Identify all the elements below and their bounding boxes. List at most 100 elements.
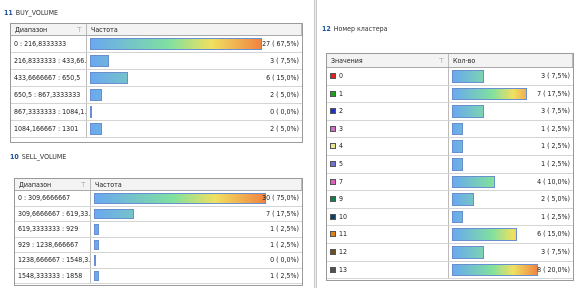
sell-row[interactable]: 0 : 309,6666667 30 ( 75,0%) [15, 191, 302, 207]
cluster-count-bar [452, 140, 463, 153]
buy-row-range: 0 : 216,8333333 [11, 36, 87, 52]
sell-row[interactable]: 1238,666667 : 1548,3... 0 ( 0,0%) [15, 253, 302, 269]
sell-row-freq: 1 ( 2,5%) [91, 222, 302, 237]
sell-freq-bar [94, 208, 134, 219]
sell-freq-value: 30 ( 75,0%) [262, 194, 299, 202]
cluster-row-value: 9 [327, 191, 449, 208]
cluster-row[interactable]: 3 1 ( 2,5%) [327, 120, 573, 139]
sell-freq-value: 1 ( 2,5%) [270, 225, 299, 233]
cluster-row-value: 11 [327, 226, 449, 243]
buy-freq-value: 2 ( 5,0%) [270, 91, 299, 99]
buy-freq-bar [90, 106, 92, 118]
sell-row-freq: 0 ( 0,0%) [91, 253, 302, 268]
cluster-color-swatch [330, 178, 336, 185]
cluster-count-bar [452, 245, 485, 259]
buy-freq-bar [90, 38, 262, 50]
cluster-row[interactable]: 7 4 ( 10,0%) [327, 173, 573, 192]
cluster-rows: 0 3 ( 7,5%) 1 7 ( 17,5%) 2 3 ( 7,5%) 3 1 ( 2,5%… [327, 68, 573, 280]
sell-volume-title-text: SELL_VOLUME [21, 153, 67, 161]
cluster-number: 12 [322, 25, 331, 33]
cluster-count-value: 2 ( 5,0%) [541, 195, 570, 204]
buy-row[interactable]: 0 : 216,8333333 27 ( 67,5%) [11, 36, 302, 53]
sell-freq-value: 0 ( 0,0%) [270, 256, 299, 264]
cluster-color-swatch [330, 160, 336, 167]
cluster-count-value: 1 ( 2,5%) [541, 124, 570, 133]
buy-row[interactable]: 1084,166667 : 1301 2 ( 5,0%) [11, 121, 302, 138]
cluster-row[interactable]: 11 6 ( 15,0%) [327, 226, 573, 244]
buy-col-freq[interactable]: Частота [87, 24, 302, 35]
sell-row-range: 309,6666667 : 619,33... [15, 206, 91, 221]
cluster-row[interactable]: 9 2 ( 5,0%) [327, 191, 573, 209]
sell-freq-bar [94, 239, 100, 250]
cluster-row[interactable]: 10 1 ( 2,5%) [327, 208, 573, 227]
sell-row-freq: 1 ( 2,5%) [91, 269, 302, 284]
cluster-row[interactable]: 12 3 ( 7,5%) [327, 243, 573, 262]
cluster-color-swatch [330, 125, 336, 132]
buy-freq-value: 2 ( 5,0%) [270, 125, 299, 133]
cluster-row-label: 4 [339, 142, 344, 151]
sell-freq-value: 1 ( 2,5%) [270, 271, 299, 280]
sell-volume-table: Диапазон ⊤ Частота 0 : 309,6666667 30 ( 75… [14, 178, 303, 286]
cluster-row[interactable]: 5 1 ( 2,5%) [327, 155, 573, 174]
buy-row-range: 1084,166667 : 1301 [11, 121, 87, 137]
cluster-row-label: 2 [339, 107, 344, 116]
sell-volume-header: Диапазон ⊤ Частота [15, 179, 302, 191]
buy-row-freq: 6 ( 15,0%) [87, 70, 302, 86]
cluster-col-count[interactable]: Кол-во [449, 54, 573, 67]
cluster-count-bar [452, 70, 485, 83]
cluster-row[interactable]: 0 3 ( 7,5%) [327, 68, 573, 86]
cluster-row-value: 13 [327, 261, 449, 279]
cluster-row[interactable]: 4 1 ( 2,5%) [327, 138, 573, 156]
buy-row-range: 433,6666667 : 650,5 [11, 70, 87, 86]
cluster-count-value: 3 ( 7,5%) [541, 247, 570, 256]
buy-freq-bar [90, 89, 103, 101]
cluster-color-swatch [330, 196, 336, 203]
sell-row[interactable]: 309,6666667 : 619,33... 7 ( 17,5%) [15, 206, 302, 222]
buy-row[interactable]: 433,6666667 : 650,5 6 ( 15,0%) [11, 70, 302, 87]
cluster-row[interactable]: 2 3 ( 7,5%) [327, 103, 573, 121]
buy-row[interactable]: 650,5 : 867,3333333 2 ( 5,0%) [11, 87, 302, 104]
cluster-count-bar [452, 193, 474, 206]
sell-row-freq: 7 ( 17,5%) [91, 207, 302, 222]
cluster-row-label: 11 [339, 230, 348, 239]
cluster-row[interactable]: 13 8 ( 20,0%) [327, 261, 573, 280]
cluster-col-values[interactable]: Значения ⊤ [327, 54, 449, 67]
cluster-row-label: 0 [339, 72, 344, 80]
buy-row[interactable]: 867,3333333 : 1084,1... 0 ( 0,0%) [11, 104, 302, 121]
cluster-row-label: 7 [339, 177, 344, 186]
cluster-row-count: 6 ( 15,0%) [449, 226, 573, 243]
cluster-row-value: 2 [327, 103, 449, 120]
buy-row[interactable]: 216,8333333 : 433,66... 3 ( 7,5%) [11, 53, 302, 70]
cluster-count-value: 7 ( 17,5%) [537, 89, 570, 98]
sell-col-range[interactable]: Диапазон ⊤ [15, 179, 91, 190]
cluster-row-value: 7 [327, 173, 449, 191]
cluster-row[interactable]: 1 7 ( 17,5%) [327, 85, 573, 104]
sell-row[interactable]: 619,3333333 : 929 1 ( 2,5%) [15, 222, 302, 238]
sell-freq-bar [94, 270, 100, 281]
sell-row-range: 1548,333333 : 1858 [15, 268, 91, 283]
cluster-row-count: 1 ( 2,5%) [449, 138, 573, 155]
cluster-count-bar [452, 228, 517, 241]
buy-row-freq: 3 ( 7,5%) [87, 53, 302, 69]
buy-col-range[interactable]: Диапазон ⊤ [11, 24, 87, 35]
cluster-color-swatch [330, 231, 336, 238]
cluster-count-bar [452, 210, 463, 224]
cluster-row-value: 1 [327, 85, 449, 103]
cluster-color-swatch [330, 213, 336, 220]
sell-volume-panel: 10 SELL_VOLUME [10, 150, 310, 164]
cluster-panel: 12 Номер кластера [322, 22, 577, 36]
sell-volume-rows: 0 : 309,6666667 30 ( 75,0%) 309,6666667 : … [15, 191, 302, 284]
cluster-title-text: Номер кластера [333, 25, 388, 33]
panel-divider[interactable] [314, 0, 317, 288]
buy-row-freq: 0 ( 0,0%) [87, 104, 302, 120]
sell-freq-value: 7 ( 17,5%) [266, 209, 299, 218]
cluster-count-value: 1 ( 2,5%) [541, 212, 570, 221]
cluster-row-label: 9 [339, 195, 344, 204]
cluster-row-count: 1 ( 2,5%) [449, 209, 573, 226]
sell-row[interactable]: 1548,333333 : 1858 1 ( 2,5%) [15, 268, 302, 284]
buy-row-range: 650,5 : 867,3333333 [11, 87, 87, 103]
cluster-color-swatch [330, 266, 336, 273]
sell-freq-bar [94, 224, 100, 235]
sell-col-freq[interactable]: Частота [91, 179, 302, 190]
sell-row[interactable]: 929 : 1238,666667 1 ( 2,5%) [15, 237, 302, 253]
